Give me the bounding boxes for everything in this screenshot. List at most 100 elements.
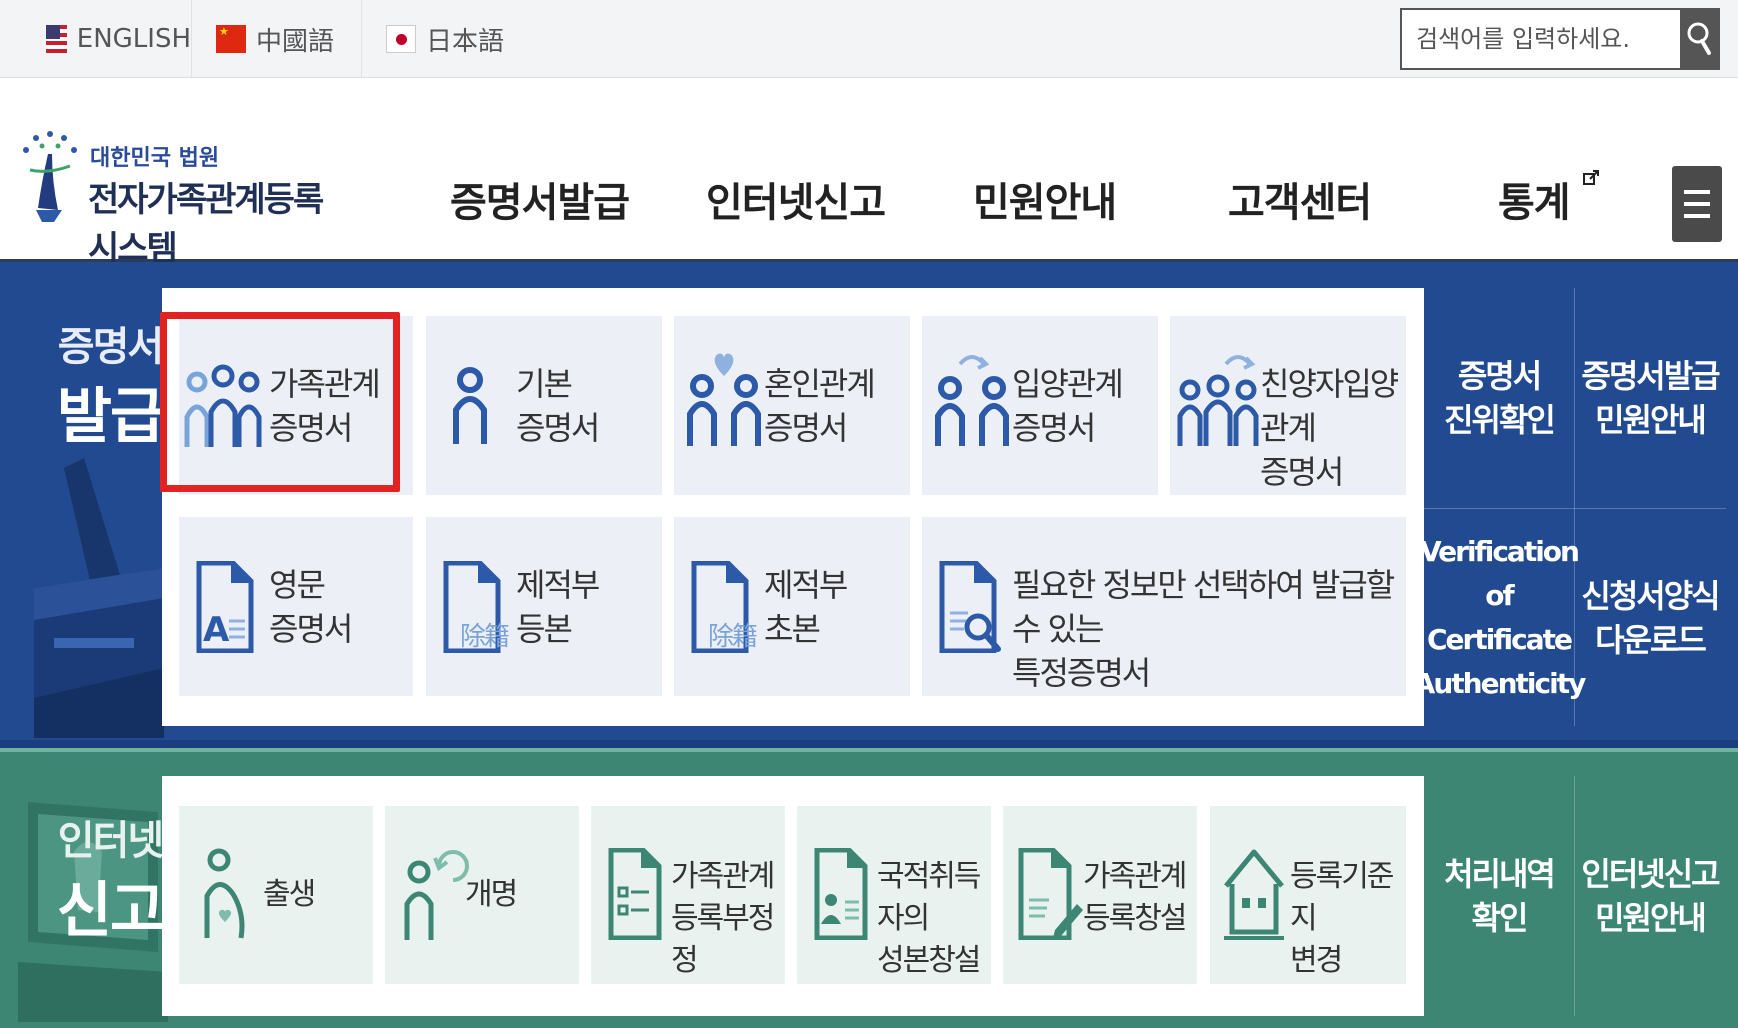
- tile-birth-report[interactable]: 출생: [179, 806, 373, 984]
- lang-english-label: ENGLISH: [76, 24, 191, 54]
- net-section-title-line1: 인터넷: [57, 818, 164, 864]
- checklist-document-icon: [608, 848, 662, 940]
- person-icon: [453, 367, 487, 444]
- side-label-line3: Authenticity: [1413, 667, 1587, 700]
- tile-label-line2: 등록부정정: [671, 901, 775, 978]
- tile-label-line2: 변경: [1290, 943, 1343, 978]
- side-divider: [1424, 508, 1726, 509]
- side-label-line1: 증명서발급: [1581, 357, 1720, 395]
- adoption-icon: [935, 355, 1009, 446]
- english-document-icon: A: [196, 561, 254, 653]
- tile-label-line1: 등록기준지: [1290, 859, 1394, 936]
- search-input[interactable]: [1402, 10, 1682, 68]
- tile-label-line1: 기본: [516, 365, 573, 403]
- tile-label-line1: 필요한 정보만 선택하여 발급할 수 있는: [1012, 566, 1395, 648]
- tile-label-line1: 혼인관계: [764, 365, 876, 403]
- side-label-line1: 신청서양식: [1581, 577, 1720, 615]
- tile-label-line1: 친양자입양관계: [1260, 365, 1399, 447]
- us-flag-icon: [46, 25, 67, 53]
- tile-removed-register-extract[interactable]: 除籍 제적부 초본: [674, 517, 910, 696]
- highlight-box: [160, 312, 400, 492]
- tile-register-creation[interactable]: 가족관계 등록창설: [1003, 806, 1197, 984]
- side-label-line2: 다운로드: [1595, 621, 1707, 659]
- side-label-line2: 진위확인: [1444, 401, 1556, 439]
- search-box: [1400, 8, 1720, 70]
- nav-internet-report[interactable]: 인터넷신고: [706, 170, 886, 228]
- tile-registration-base-change[interactable]: 등록기준지 변경: [1210, 806, 1406, 984]
- cert-authenticity-check-link[interactable]: 증명서 진위확인: [1424, 288, 1574, 508]
- tile-removed-register-copy[interactable]: 除籍 제적부 등본: [426, 517, 662, 696]
- tile-naturalized-surname-creation[interactable]: 국적취득자의 성본창설: [797, 806, 991, 984]
- tile-label-line1: 가족관계: [1083, 859, 1187, 894]
- full-adoption-icon: [1177, 355, 1259, 446]
- cn-flag-icon: [216, 25, 246, 53]
- nav-statistics[interactable]: 통계: [1498, 170, 1599, 228]
- tile-label-line2: 증명서: [764, 409, 848, 447]
- cert-issue-guide-link[interactable]: 증명서발급 민원안내: [1575, 288, 1725, 508]
- side-label-line2: 민원안내: [1595, 899, 1707, 937]
- side-label-line1: 처리내역: [1444, 855, 1556, 893]
- nav-civil-guide[interactable]: 민원안내: [973, 170, 1117, 228]
- lang-japanese-link[interactable]: 日本語: [362, 0, 522, 78]
- nav-certificate-issue[interactable]: 증명서발급: [450, 170, 630, 228]
- tile-label-line1: 영문: [269, 566, 326, 604]
- court-logo-icon: [23, 131, 77, 222]
- side-label-line1: 인터넷신고: [1581, 855, 1720, 893]
- lang-chinese-link[interactable]: 中國語: [192, 0, 362, 78]
- tile-label-line1: 가족관계: [671, 859, 775, 894]
- logo-subtitle: 대한민국 법원: [90, 146, 220, 171]
- top-utility-bar: ENGLISH 中國語 日本語: [0, 0, 1738, 78]
- tile-full-adoption-certificate[interactable]: 친양자입양관계 증명서: [1170, 316, 1406, 495]
- tile-label-line2: 초본: [764, 610, 821, 648]
- nav-statistics-label: 통계: [1498, 180, 1571, 226]
- tile-specific-certificate[interactable]: 필요한 정보만 선택하여 발급할 수 있는 특정증명서: [922, 517, 1406, 696]
- side-divider: [1574, 288, 1575, 726]
- processing-history-link[interactable]: 처리내역 확인: [1424, 776, 1574, 1016]
- search-button[interactable]: [1680, 10, 1718, 68]
- side-label-line2: 확인: [1471, 899, 1529, 937]
- search-icon: [1687, 22, 1711, 55]
- lang-english-link[interactable]: ENGLISH: [22, 0, 192, 78]
- cert-section-title-line1: 증명서: [57, 324, 164, 370]
- id-document-icon: [814, 848, 868, 940]
- tile-label-line1: 개명: [465, 877, 518, 912]
- logo-title: 전자가족관계등록시스템: [88, 180, 324, 269]
- tile-label-line2: 특정증명서: [1012, 654, 1151, 692]
- external-link-icon: [1582, 170, 1599, 185]
- tile-label-line1: 국적취득자의: [877, 859, 981, 936]
- cert-section-title-line2: 발급: [56, 382, 165, 452]
- tile-label-line2: 증명서: [516, 409, 600, 447]
- nav-customer-center[interactable]: 고객센터: [1228, 170, 1372, 228]
- tile-label-line2: 증명서: [1012, 409, 1096, 447]
- tile-label-line1: 출생: [263, 877, 316, 912]
- site-logo[interactable]: 대한민국 법원 전자가족관계등록시스템: [18, 130, 338, 269]
- house-icon: [1224, 849, 1284, 940]
- tile-label-line2: 등본: [516, 610, 573, 648]
- side-label-line2: 민원안내: [1595, 401, 1707, 439]
- tile-basic-certificate[interactable]: 기본 증명서: [426, 316, 662, 495]
- internet-report-guide-link[interactable]: 인터넷신고 민원안내: [1575, 776, 1725, 1016]
- net-section-title-line2: 신고: [56, 876, 165, 946]
- printer-icon: [34, 458, 164, 738]
- tile-label-line1: 입양관계: [1012, 365, 1124, 403]
- hamburger-icon: [1684, 190, 1710, 194]
- tile-label-line2: 증명서: [1260, 453, 1344, 491]
- application-form-download-link[interactable]: 신청서양식 다운로드: [1575, 508, 1725, 728]
- side-divider: [1574, 776, 1575, 1016]
- tile-label-line2: 증명서: [269, 610, 353, 648]
- site-header: 대한민국 법원 전자가족관계등록시스템 증명서발급 인터넷신고 민원안내 고객센…: [0, 78, 1738, 269]
- tile-english-certificate[interactable]: A 영문 증명서: [179, 517, 413, 696]
- cert-section-stripe: [0, 740, 1738, 748]
- tile-rename-report[interactable]: 개명: [385, 806, 579, 984]
- tile-marriage-certificate[interactable]: 혼인관계 증명서: [674, 316, 910, 495]
- tile-adoption-certificate[interactable]: 입양관계 증명서: [922, 316, 1158, 495]
- tile-register-correction[interactable]: 가족관계 등록부정정: [591, 806, 785, 984]
- lang-japanese-label: 日本語: [426, 26, 505, 57]
- hamburger-menu-button[interactable]: [1672, 166, 1722, 242]
- birth-icon: [204, 848, 245, 939]
- removed-register-badge: 除籍: [460, 622, 510, 652]
- verification-english-link[interactable]: Verification of Certificate Authenticity: [1414, 508, 1587, 728]
- tile-label-line1: 제적부: [516, 566, 600, 604]
- tile-label-line2: 성본창설: [877, 943, 981, 978]
- lang-chinese-label: 中國語: [256, 26, 335, 57]
